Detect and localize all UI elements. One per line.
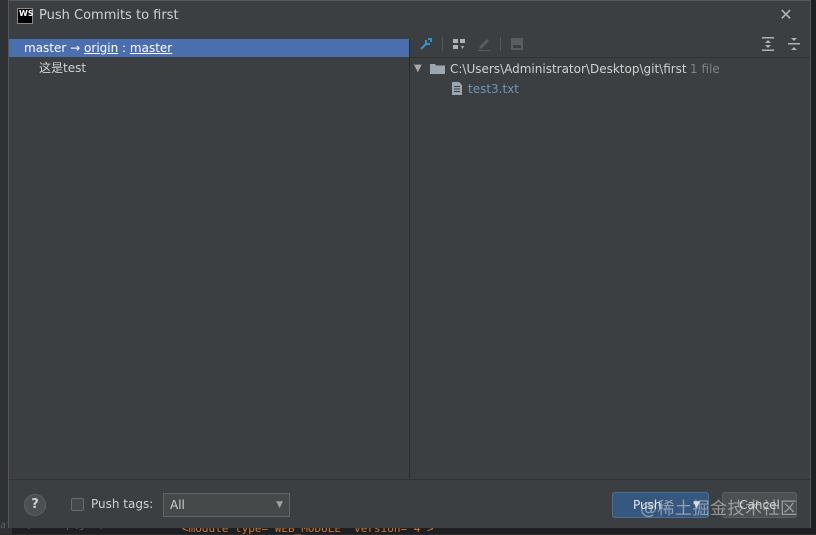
chevron-down-icon: ▼ — [276, 500, 283, 510]
tags-dropdown[interactable]: All ▼ — [163, 493, 290, 517]
dialog-title: Push Commits to first — [39, 8, 179, 23]
watermark: @稀土掘金技术社区 — [640, 499, 798, 519]
commits-pane: master → origin : master 这是test — [9, 39, 410, 479]
remote-branch-link[interactable]: master — [130, 41, 172, 55]
changes-tree: ▼ C:\Users\Administrator\Desktop\git\fir… — [410, 59, 810, 99]
help-button[interactable]: ? — [24, 494, 46, 516]
remote-link[interactable]: origin — [84, 41, 118, 55]
close-icon[interactable]: ✕ — [776, 5, 796, 25]
tree-file-row[interactable]: test3.txt — [410, 79, 810, 99]
title-bar: WS Push Commits to first ✕ — [9, 1, 810, 31]
show-diff-icon[interactable] — [509, 36, 525, 52]
push-tags-label: Push tags: — [91, 497, 154, 511]
local-branch: master — [24, 41, 67, 55]
folder-icon — [430, 64, 445, 74]
folder-path: C:\Users\Administrator\Desktop\git\first — [450, 62, 687, 76]
tree-folder-row[interactable]: ▼ C:\Users\Administrator\Desktop\git\fir… — [410, 59, 810, 79]
toolbar-separator — [500, 37, 501, 51]
branch-separator: : — [122, 41, 127, 55]
branch-arrow: → — [70, 41, 81, 55]
group-by-icon[interactable] — [451, 36, 467, 52]
changes-pane: ▼ C:\Users\Administrator\Desktop\git\fir… — [410, 31, 810, 479]
expand-arrow-icon[interactable]: ▼ — [414, 59, 422, 79]
pin-arrows-icon[interactable] — [418, 36, 434, 52]
edit-source-icon[interactable] — [476, 36, 492, 52]
file-name: test3.txt — [468, 82, 520, 96]
folder-file-count: 1 file — [690, 62, 720, 76]
changes-toolbar — [410, 31, 810, 58]
text-file-icon — [452, 82, 462, 95]
toolbar-separator — [442, 37, 443, 51]
push-tags-checkbox[interactable] — [71, 498, 84, 511]
expand-all-icon[interactable] — [760, 36, 776, 52]
branch-row[interactable]: master → origin : master — [9, 39, 409, 57]
webstorm-app-icon: WS — [17, 8, 34, 24]
push-commits-dialog: WS Push Commits to first ✕ master → orig… — [8, 0, 811, 528]
commit-item[interactable]: 这是test — [39, 59, 86, 77]
collapse-all-icon[interactable] — [786, 36, 802, 52]
tags-dropdown-value: All — [170, 498, 185, 512]
